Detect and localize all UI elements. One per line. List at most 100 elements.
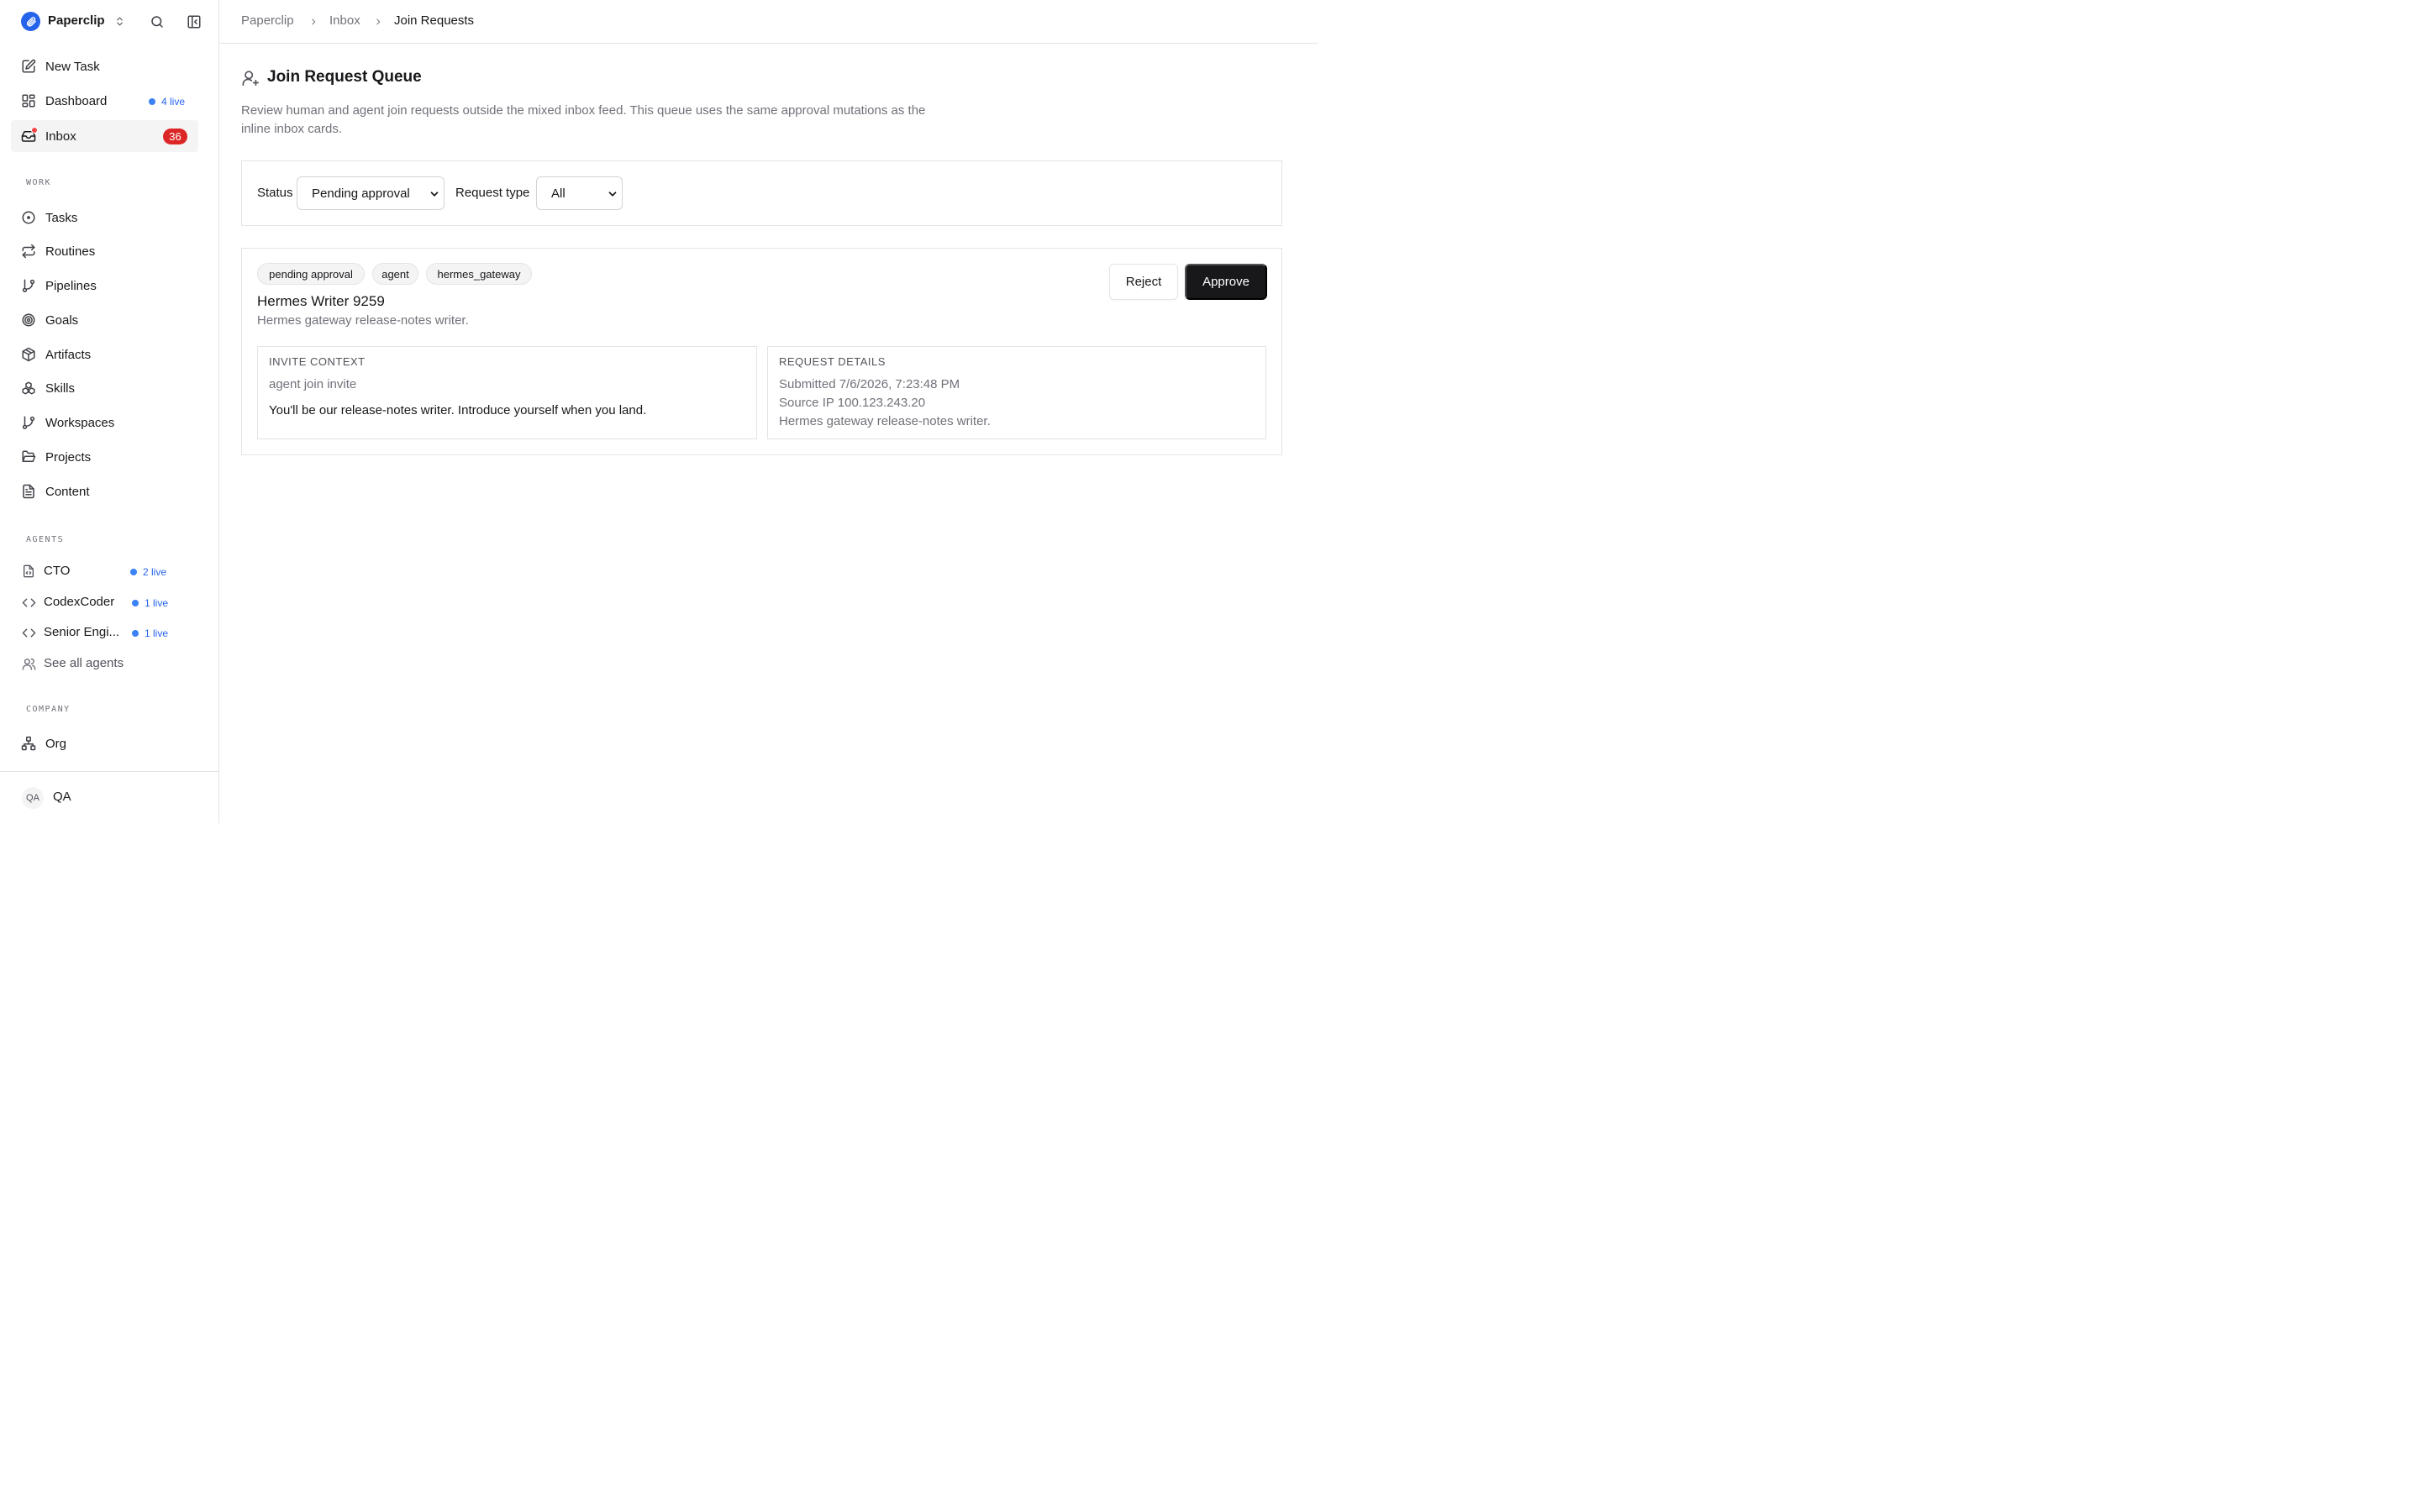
page-title: Join Request Queue bbox=[267, 68, 422, 86]
inbox-unread-dot bbox=[31, 127, 38, 134]
network-icon bbox=[21, 736, 36, 751]
nav-org[interactable]: Org bbox=[11, 727, 198, 759]
paperclip-logo-icon bbox=[21, 12, 40, 31]
invite-context-panel: INVITE CONTEXT agent join invite You'll … bbox=[257, 346, 757, 439]
company-switcher-label[interactable]: Paperclip bbox=[48, 13, 105, 28]
package-icon bbox=[21, 347, 36, 362]
join-request-card: pending approval agent hermes_gateway He… bbox=[241, 248, 1282, 455]
agent-item-cto[interactable]: CTO 2 live bbox=[11, 557, 198, 585]
nav-goals-label: Goals bbox=[45, 312, 79, 328]
sidebar: Paperclip New Task Dashboard 4 live Inbo… bbox=[0, 0, 219, 823]
nav-dashboard-label: Dashboard bbox=[45, 93, 108, 108]
git-branch-icon bbox=[21, 278, 36, 293]
layout-dashboard-icon bbox=[21, 93, 36, 108]
invite-kind: agent join invite bbox=[269, 377, 357, 391]
chevron-right-icon bbox=[374, 16, 382, 31]
page-description: Review human and agent join requests out… bbox=[241, 103, 926, 136]
agent-item-senior-engineer[interactable]: Senior Engi... 1 live bbox=[11, 618, 198, 647]
live-dot bbox=[130, 569, 137, 575]
chevron-down-icon bbox=[607, 188, 618, 203]
nav-skills-label: Skills bbox=[45, 381, 76, 396]
agent-live-text: 1 live bbox=[145, 597, 169, 609]
status-badge: pending approval bbox=[257, 263, 365, 285]
status-select-value: Pending approval bbox=[312, 186, 410, 201]
user-name[interactable]: QA bbox=[53, 790, 71, 804]
breadcrumb: Paperclip Inbox Join Requests bbox=[219, 0, 1318, 44]
nav-dashboard[interactable]: Dashboard 4 live bbox=[11, 85, 198, 117]
approve-button[interactable]: Approve bbox=[1185, 264, 1267, 300]
live-dot bbox=[132, 630, 139, 637]
target-icon bbox=[21, 312, 36, 328]
invite-message: You'll be our release-notes writer. Intr… bbox=[269, 403, 647, 417]
repeat-icon bbox=[21, 244, 36, 259]
file-code-icon bbox=[21, 564, 36, 579]
breadcrumb-paperclip[interactable]: Paperclip bbox=[241, 13, 294, 28]
source-ip: Source IP 100.123.243.20 bbox=[779, 396, 926, 410]
section-label-agents: AGENTS bbox=[26, 535, 65, 544]
nav-skills[interactable]: Skills bbox=[11, 372, 198, 404]
collapse-sidebar-icon[interactable] bbox=[186, 13, 203, 30]
breadcrumb-inbox[interactable]: Inbox bbox=[329, 13, 360, 28]
circle-dot-icon bbox=[21, 210, 36, 225]
agent-name: CTO bbox=[44, 564, 71, 578]
folder-open-icon bbox=[21, 449, 36, 465]
status-select[interactable]: Pending approval bbox=[297, 176, 445, 210]
brand-row: Paperclip bbox=[0, 0, 218, 44]
nav-inbox[interactable]: Inbox 36 bbox=[11, 120, 198, 152]
request-subtitle: Hermes gateway release-notes writer. bbox=[257, 313, 469, 328]
sidebar-footer: QA QA bbox=[0, 771, 218, 823]
nav-content[interactable]: Content bbox=[11, 475, 198, 507]
nav-tasks-label: Tasks bbox=[45, 210, 78, 225]
filter-bar: Status Pending approval Request type All bbox=[241, 160, 1282, 226]
request-details-panel: REQUEST DETAILS Submitted 7/6/2026, 7:23… bbox=[767, 346, 1266, 439]
submitted-timestamp: Submitted 7/6/2026, 7:23:48 PM bbox=[779, 377, 960, 391]
nav-new-task[interactable]: New Task bbox=[11, 50, 198, 82]
file-text-icon bbox=[21, 484, 36, 499]
live-dot bbox=[132, 600, 139, 606]
agent-live-text: 2 live bbox=[143, 566, 167, 578]
nav-goals[interactable]: Goals bbox=[11, 304, 198, 336]
code-icon bbox=[21, 625, 36, 640]
type-badge: agent bbox=[372, 263, 418, 285]
search-icon[interactable] bbox=[149, 13, 166, 30]
inbox-count-badge: 36 bbox=[163, 129, 187, 144]
agent-item-codexcoder[interactable]: CodexCoder 1 live bbox=[11, 588, 198, 617]
chevron-down-icon bbox=[429, 188, 440, 203]
nav-pipelines-label: Pipelines bbox=[45, 278, 97, 293]
git-branch-icon bbox=[21, 415, 36, 430]
chevron-right-icon bbox=[309, 16, 318, 31]
nav-content-label: Content bbox=[45, 484, 90, 499]
source-badge: hermes_gateway bbox=[426, 263, 532, 285]
nav-projects-label: Projects bbox=[45, 449, 92, 465]
users-icon bbox=[21, 656, 36, 671]
nav-pipelines[interactable]: Pipelines bbox=[11, 270, 198, 302]
nav-workspaces[interactable]: Workspaces bbox=[11, 407, 198, 438]
agent-live-badge: 1 live bbox=[132, 627, 168, 639]
dashboard-live-badge: 4 live bbox=[149, 96, 185, 108]
square-pen-icon bbox=[21, 59, 36, 74]
nav-inbox-label: Inbox bbox=[45, 129, 76, 144]
request-type-select[interactable]: All bbox=[536, 176, 623, 210]
agent-live-badge: 2 live bbox=[130, 566, 166, 578]
reject-button[interactable]: Reject bbox=[1109, 264, 1178, 300]
invite-context-title: INVITE CONTEXT bbox=[269, 355, 366, 368]
chevrons-up-down-icon[interactable] bbox=[114, 15, 125, 32]
request-type-select-value: All bbox=[551, 186, 566, 201]
see-all-agents-link[interactable]: See all agents bbox=[11, 649, 198, 678]
agent-name: Senior Engi... bbox=[44, 625, 120, 639]
code-icon bbox=[21, 595, 36, 610]
avatar[interactable]: QA bbox=[22, 787, 44, 809]
user-plus-icon bbox=[241, 69, 260, 92]
nav-routines-label: Routines bbox=[45, 244, 96, 259]
nav-artifacts[interactable]: Artifacts bbox=[11, 339, 198, 370]
nav-org-label: Org bbox=[45, 736, 67, 751]
request-type-filter-label: Request type bbox=[455, 186, 530, 200]
nav-routines[interactable]: Routines bbox=[11, 235, 198, 267]
nav-tasks[interactable]: Tasks bbox=[11, 202, 198, 234]
see-all-agents-label: See all agents bbox=[44, 656, 124, 670]
status-filter-label: Status bbox=[257, 186, 293, 200]
nav-projects[interactable]: Projects bbox=[11, 441, 198, 473]
agent-live-text: 1 live bbox=[145, 627, 169, 639]
section-label-work: WORK bbox=[26, 178, 52, 187]
breadcrumb-join-requests: Join Requests bbox=[394, 13, 475, 28]
